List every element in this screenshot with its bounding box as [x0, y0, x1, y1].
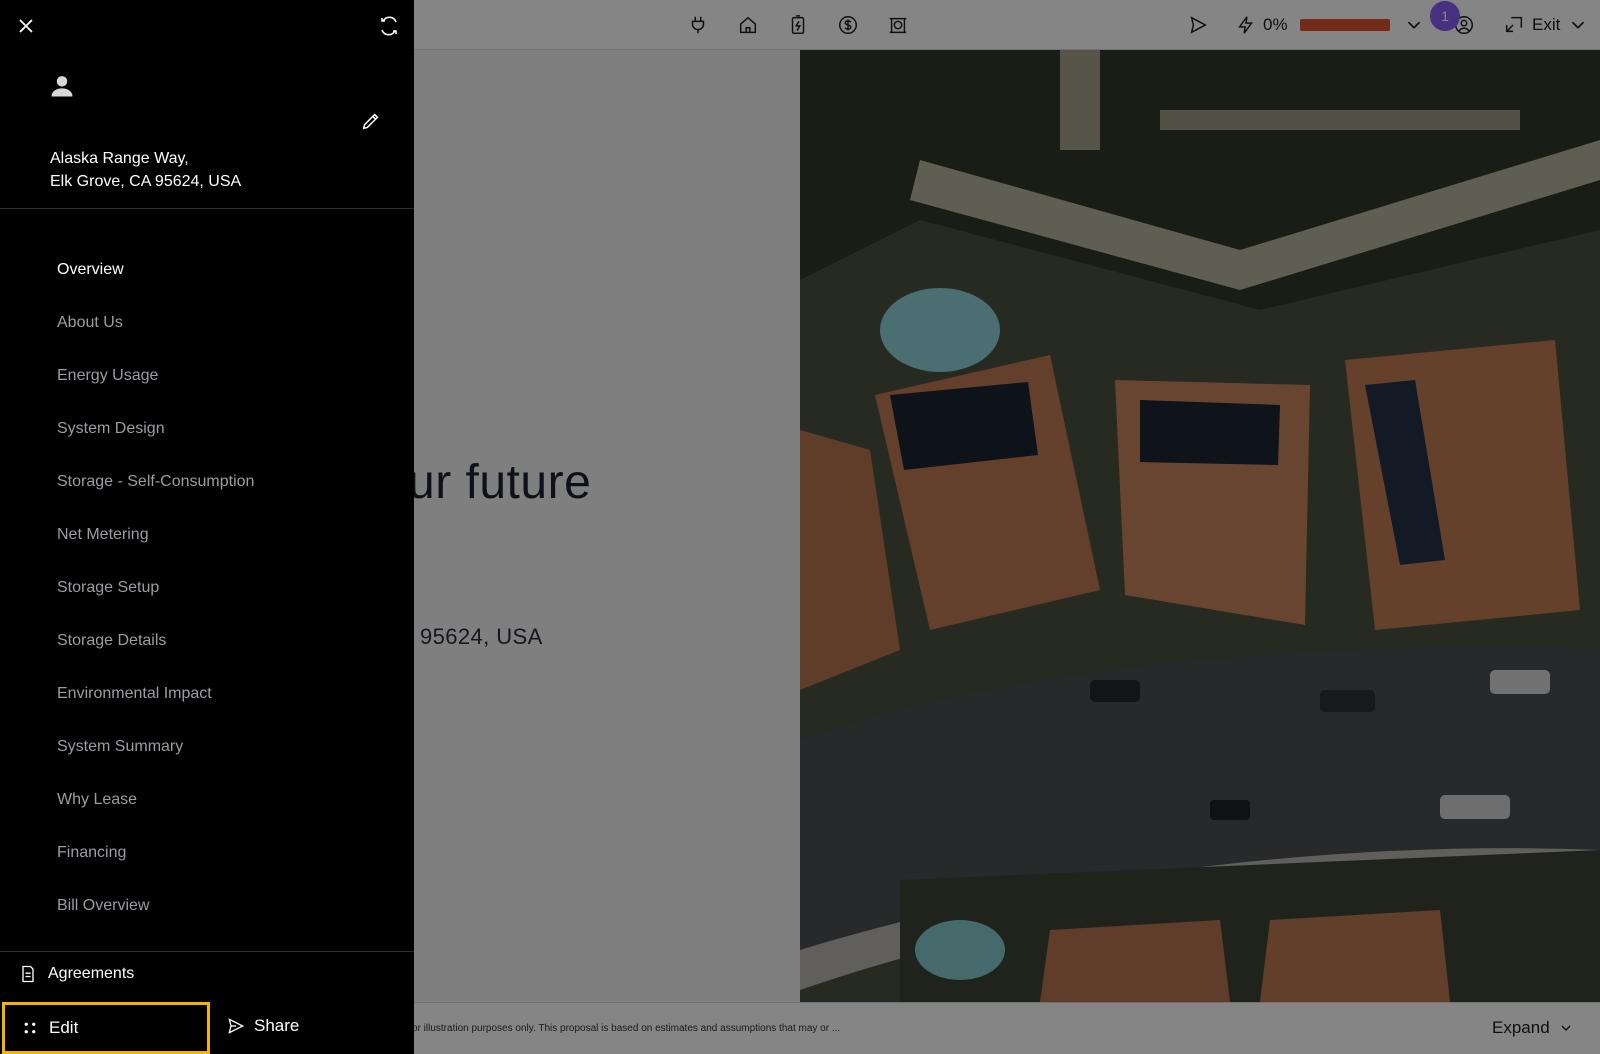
document-icon — [22, 965, 34, 983]
grid-dots-icon — [24, 1022, 36, 1034]
user-avatar-icon — [48, 72, 76, 100]
close-icon[interactable] — [14, 14, 38, 38]
customer-address-line2: Elk Grove, CA 95624, USA — [50, 173, 242, 190]
nav-item-about-us[interactable]: About Us — [57, 314, 123, 332]
nav-item-financing[interactable]: Financing — [57, 844, 126, 862]
drawer-divider — [0, 208, 414, 209]
nav-item-system-design[interactable]: System Design — [57, 420, 165, 438]
nav-item-net-metering[interactable]: Net Metering — [57, 526, 149, 544]
pencil-icon[interactable] — [360, 110, 382, 132]
agreements-label: Agreements — [48, 965, 135, 982]
edit-button[interactable]: Edit — [2, 1002, 210, 1054]
edit-label: Edit — [49, 1018, 79, 1037]
send-icon — [228, 1018, 245, 1034]
share-button[interactable]: Share — [226, 1016, 299, 1036]
nav-item-why-lease[interactable]: Why Lease — [57, 791, 137, 809]
nav-item-storage-setup[interactable]: Storage Setup — [57, 579, 159, 597]
nav-item-system-summary[interactable]: System Summary — [57, 738, 183, 756]
nav-item-storage-self-consumption[interactable]: Storage - Self-Consumption — [57, 473, 254, 491]
nav-item-energy-usage[interactable]: Energy Usage — [57, 367, 158, 385]
share-label: Share — [254, 1016, 300, 1035]
nav-item-bill-overview[interactable]: Bill Overview — [57, 897, 149, 915]
nav-item-storage-details[interactable]: Storage Details — [57, 632, 166, 650]
navigation-drawer: Alaska Range Way, Elk Grove, CA 95624, U… — [0, 0, 414, 1054]
nav-item-environmental-impact[interactable]: Environmental Impact — [57, 685, 212, 703]
agreements-button[interactable]: Agreements — [18, 964, 134, 984]
drawer-footer-divider — [0, 951, 414, 952]
refresh-icon[interactable] — [377, 14, 401, 38]
customer-address-line1: Alaska Range Way, — [50, 150, 189, 167]
nav-item-overview[interactable]: Overview — [57, 261, 124, 279]
